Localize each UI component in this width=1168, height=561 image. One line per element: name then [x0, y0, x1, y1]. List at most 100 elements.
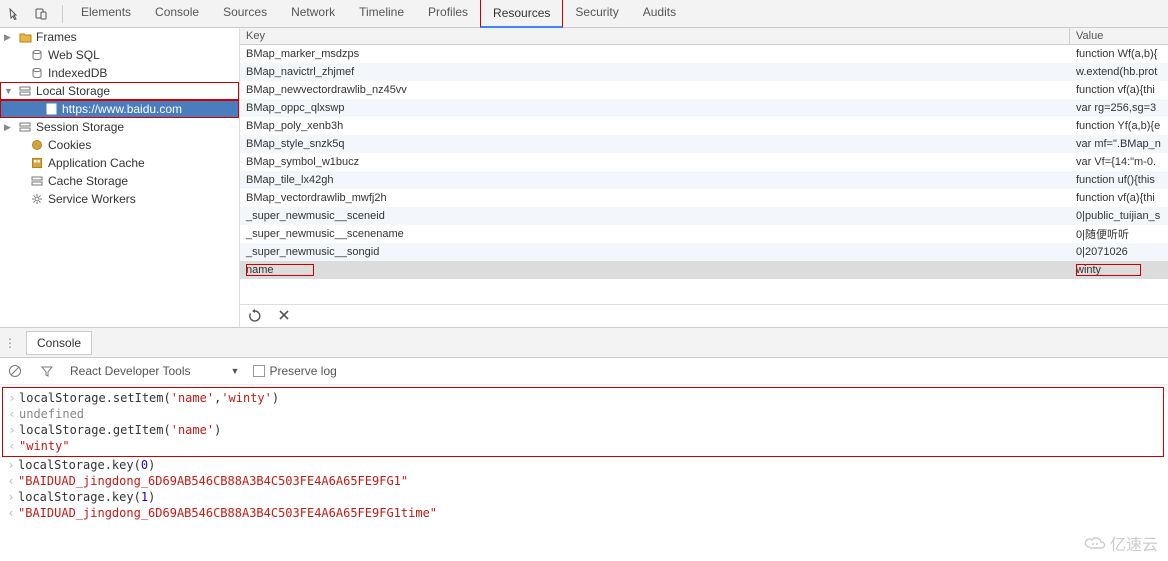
db-icon — [30, 67, 44, 79]
resources-sidebar: ▶ Frames Web SQL IndexedDB ▼ Local Storage htt… — [0, 28, 240, 327]
console-output[interactable]: ›localStorage.setItem('name','winty')‹un… — [0, 385, 1168, 523]
preserve-log-label: Preserve log — [269, 364, 336, 378]
disclosure-icon: ▶ — [4, 122, 14, 133]
table-row[interactable]: BMap_symbol_w1buczvar Vf={14:"m-0. — [240, 153, 1168, 171]
table-row[interactable]: BMap_vectordrawlib_mwfj2hfunction vf(a){… — [240, 189, 1168, 207]
console-output-line: ‹"BAIDUAD_jingdong_6D69AB546CB88A3B4C503… — [4, 473, 1164, 489]
header-key[interactable]: Key — [240, 28, 1070, 44]
prompt-icon: › — [4, 458, 18, 472]
storage-icon — [18, 121, 32, 133]
inspect-icon[interactable] — [4, 3, 26, 25]
table-row[interactable]: BMap_oppc_qlxswpvar rg=256,sg=3 — [240, 99, 1168, 117]
drawer-tabs: ⋮ Console — [0, 328, 1168, 358]
cell-value: var mf=".BMap_n — [1070, 138, 1168, 150]
cell-key: BMap_tile_lx42gh — [240, 174, 1070, 186]
sidebar-item-cookies[interactable]: Cookies — [0, 136, 239, 154]
tab-console[interactable]: Console — [143, 0, 211, 28]
table-row[interactable]: BMap_newvectordrawlib_nz45vvfunction vf(… — [240, 81, 1168, 99]
watermark: 亿速云 — [1084, 531, 1158, 555]
cache-icon — [30, 175, 44, 187]
device-icon[interactable] — [30, 3, 52, 25]
console-toolbar: React Developer Tools ▼ Preserve log — [0, 358, 1168, 385]
disclosure-icon: ▶ — [4, 32, 14, 43]
console-input-line: ›localStorage.getItem('name') — [5, 422, 1163, 438]
sidebar-item-indexeddb[interactable]: IndexedDB — [0, 64, 239, 82]
sidebar-item-service-workers[interactable]: Service Workers — [0, 190, 239, 208]
cell-key: BMap_symbol_w1bucz — [240, 156, 1070, 168]
prompt-icon: › — [4, 490, 18, 504]
tab-security[interactable]: Security — [563, 0, 630, 28]
sidebar-item-label: Frames — [36, 30, 77, 44]
refresh-button[interactable] — [248, 309, 262, 323]
storage-table: Key Value BMap_marker_msdzpsfunction Wf(… — [240, 28, 1168, 327]
watermark-text: 亿速云 — [1110, 531, 1158, 555]
sidebar-item-web-sql[interactable]: Web SQL — [0, 46, 239, 64]
cell-value: 0|随便听听 — [1070, 226, 1168, 242]
delete-button[interactable] — [278, 309, 290, 323]
sidebar-item-local-storage[interactable]: ▼ Local Storage — [0, 82, 239, 100]
page-icon — [44, 103, 58, 115]
cell-key: BMap_navictrl_zhjmef — [240, 66, 1070, 78]
tab-network[interactable]: Network — [279, 0, 347, 28]
sidebar-item-label: Cookies — [48, 138, 91, 152]
table-row[interactable]: BMap_navictrl_zhjmefw.extend(hb.prot — [240, 63, 1168, 81]
prompt-icon: › — [5, 391, 19, 405]
preserve-log-toggle[interactable]: Preserve log — [253, 364, 336, 378]
clear-console-icon[interactable] — [6, 362, 24, 380]
cookie-icon — [30, 139, 44, 151]
separator — [62, 5, 63, 23]
sidebar-item-application-cache[interactable]: Application Cache — [0, 154, 239, 172]
sidebar-item-label: Local Storage — [36, 84, 110, 98]
sidebar-item-https-www-baidu-com[interactable]: https://www.baidu.com — [0, 100, 239, 118]
cell-value: function vf(a){thi — [1070, 192, 1168, 204]
storage-icon — [18, 85, 32, 97]
filter-icon[interactable] — [38, 362, 56, 380]
cell-value: 0|public_tuijian_s — [1070, 210, 1168, 222]
tab-profiles[interactable]: Profiles — [416, 0, 480, 28]
disclosure-icon: ▼ — [4, 86, 14, 96]
table-row[interactable]: BMap_poly_xenb3hfunction Yf(a,b){e — [240, 117, 1168, 135]
table-row[interactable]: BMap_marker_msdzpsfunction Wf(a,b){ — [240, 45, 1168, 63]
table-toolbar — [240, 304, 1168, 327]
sidebar-item-frames[interactable]: ▶ Frames — [0, 28, 239, 46]
cell-value: winty — [1070, 264, 1168, 276]
cell-key: _super_newmusic__sceneid — [240, 210, 1070, 222]
cell-key: BMap_poly_xenb3h — [240, 120, 1070, 132]
sidebar-item-cache-storage[interactable]: Cache Storage — [0, 172, 239, 190]
sidebar-item-label: Session Storage — [36, 120, 124, 134]
cell-key: BMap_newvectordrawlib_nz45vv — [240, 84, 1070, 96]
tab-audits[interactable]: Audits — [631, 0, 688, 28]
cell-value: function Yf(a,b){e — [1070, 120, 1168, 132]
tab-sources[interactable]: Sources — [211, 0, 279, 28]
sidebar-item-session-storage[interactable]: ▶ Session Storage — [0, 118, 239, 136]
sidebar-item-label: Service Workers — [48, 192, 136, 206]
table-row[interactable]: BMap_style_snzk5qvar mf=".BMap_n — [240, 135, 1168, 153]
console-input-line: ›localStorage.setItem('name','winty') — [5, 390, 1163, 406]
tab-resources[interactable]: Resources — [480, 0, 563, 28]
table-row[interactable]: _super_newmusic__songid0|2071026 — [240, 243, 1168, 261]
cell-key: BMap_oppc_qlxswp — [240, 102, 1070, 114]
console-output-line: ‹undefined — [5, 406, 1163, 422]
tab-timeline[interactable]: Timeline — [347, 0, 416, 28]
table-row[interactable]: _super_newmusic__sceneid0|public_tuijian… — [240, 207, 1168, 225]
tab-elements[interactable]: Elements — [69, 0, 143, 28]
console-output-line: ‹"BAIDUAD_jingdong_6D69AB546CB88A3B4C503… — [4, 505, 1164, 521]
drawer-toggle-icon[interactable]: ⋮ — [4, 336, 18, 350]
cell-value: 0|2071026 — [1070, 246, 1168, 258]
sidebar-item-label: https://www.baidu.com — [62, 102, 182, 116]
table-row[interactable]: BMap_tile_lx42ghfunction uf(){this — [240, 171, 1168, 189]
sidebar-item-label: Web SQL — [48, 48, 100, 62]
context-label: React Developer Tools — [70, 364, 191, 378]
table-row[interactable]: namewinty — [240, 261, 1168, 279]
cell-value: w.extend(hb.prot — [1070, 66, 1168, 78]
header-value[interactable]: Value — [1070, 28, 1168, 44]
tab-console[interactable]: Console — [26, 331, 92, 355]
prompt-icon: ‹ — [4, 506, 18, 520]
cell-value: function Wf(a,b){ — [1070, 48, 1168, 60]
cell-value: var rg=256,sg=3 — [1070, 102, 1168, 114]
resources-panel: ▶ Frames Web SQL IndexedDB ▼ Local Storage htt… — [0, 28, 1168, 328]
sidebar-item-label: Cache Storage — [48, 174, 128, 188]
table-row[interactable]: _super_newmusic__scenename0|随便听听 — [240, 225, 1168, 243]
context-selector[interactable]: React Developer Tools ▼ — [70, 364, 239, 378]
console-input-line: ›localStorage.key(0) — [4, 457, 1164, 473]
